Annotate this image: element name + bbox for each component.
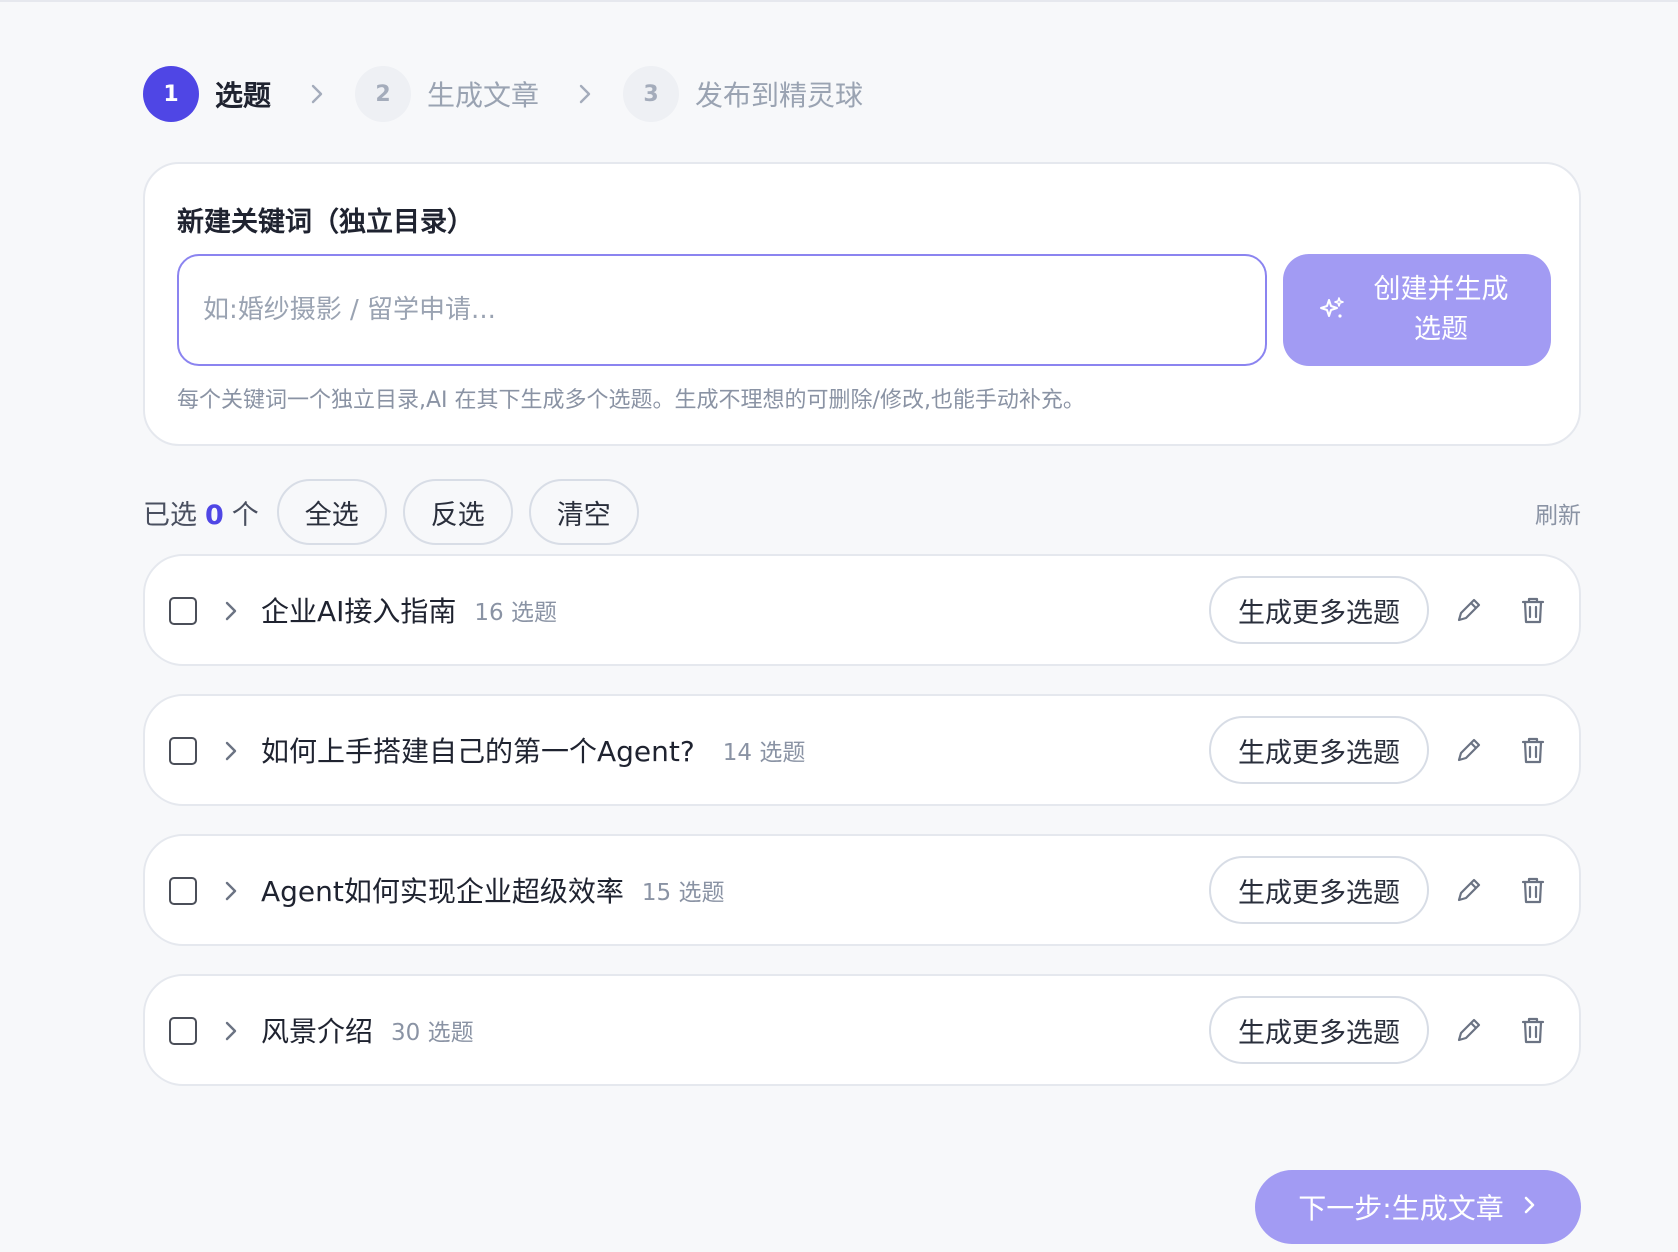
selected-count-text: 已选 0 个 [143,493,259,532]
selected-prefix: 已选 [143,499,197,531]
keyword-title: 如何上手搭建自己的第一个Agent? [261,735,695,768]
chevron-right-icon[interactable] [215,592,247,630]
chevron-right-icon [1522,1191,1538,1224]
chevron-right-icon[interactable] [215,872,247,910]
step-2[interactable]: 2 生成文章 [355,66,539,122]
keyword-title: Agent如何实现企业超级效率 [261,875,624,908]
stepper: 1 选题 2 生成文章 3 发布到精灵球 [143,66,863,122]
selected-count: 0 [205,499,224,531]
create-and-generate-button[interactable]: 创建并生成选题 [1283,254,1551,366]
topic-count: 30 选题 [391,1020,474,1046]
trash-icon[interactable] [1513,870,1553,910]
sparkles-icon [1318,295,1346,326]
topic-selection-page: 1 选题 2 生成文章 3 发布到精灵球 新建关键词（独立目录） 如:婚纱摄影 … [143,0,1581,1252]
topic-count: 15 选题 [641,880,725,906]
pencil-icon[interactable] [1449,870,1489,910]
topic-count: 14 选题 [722,740,806,766]
row-checkbox[interactable] [169,597,197,625]
invert-selection-button[interactable]: 反选 [402,479,513,545]
step-1-number: 1 [143,66,199,122]
chevron-right-icon[interactable] [215,1012,247,1050]
new-keyword-title: 新建关键词（独立目录） [177,207,474,238]
pencil-icon[interactable] [1449,1010,1489,1050]
generate-more-button[interactable]: 生成更多选题 [1209,856,1429,924]
row-checkbox[interactable] [169,877,197,905]
selected-suffix: 个 [231,499,259,531]
selection-toolbar: 已选 0 个 全选 反选 清空 刷新 [143,478,1581,546]
row-title-group: 如何上手搭建自己的第一个Agent? 14 选题 [261,696,805,804]
step-1-label: 选题 [215,79,272,112]
select-all-button[interactable]: 全选 [276,479,387,545]
step-1[interactable]: 1 选题 [143,66,271,122]
chevron-right-icon [297,66,337,122]
row-checkbox[interactable] [169,1017,197,1045]
generate-more-button[interactable]: 生成更多选题 [1209,996,1429,1064]
next-step-button[interactable]: 下一步:生成文章 [1255,1170,1581,1244]
keyword-help-text: 每个关键词一个独立目录,AI 在其下生成多个选题。生成不理想的可删除/修改,也能… [177,388,1085,413]
step-3-label: 发布到精灵球 [695,79,864,112]
generate-more-button[interactable]: 生成更多选题 [1209,716,1429,784]
trash-icon[interactable] [1513,1010,1553,1050]
trash-icon[interactable] [1513,590,1553,630]
next-step-label: 下一步:生成文章 [1298,1192,1504,1225]
row-title-group: Agent如何实现企业超级效率 15 选题 [261,836,724,944]
create-button-label: 创建并生成选题 [1373,274,1509,345]
refresh-link[interactable]: 刷新 [1535,496,1581,530]
step-2-label: 生成文章 [427,79,540,112]
keyword-row[interactable]: 企业AI接入指南 16 选题 生成更多选题 [143,554,1581,666]
clear-selection-button[interactable]: 清空 [528,479,639,545]
pencil-icon[interactable] [1449,590,1489,630]
pencil-icon[interactable] [1449,730,1489,770]
chevron-right-icon[interactable] [215,732,247,770]
step-3[interactable]: 3 发布到精灵球 [623,66,863,122]
keyword-title: 企业AI接入指南 [261,595,457,628]
keyword-title: 风景介绍 [261,1015,374,1048]
keyword-row[interactable]: 如何上手搭建自己的第一个Agent? 14 选题 生成更多选题 [143,694,1581,806]
topic-count: 16 选题 [474,600,557,626]
trash-icon[interactable] [1513,730,1553,770]
row-title-group: 企业AI接入指南 16 选题 [261,556,557,664]
row-checkbox[interactable] [169,737,197,765]
step-2-number: 2 [355,66,412,122]
keyword-row[interactable]: 风景介绍 30 选题 生成更多选题 [143,974,1581,1086]
step-3-number: 3 [623,66,680,122]
row-title-group: 风景介绍 30 选题 [261,976,474,1084]
new-keyword-card: 新建关键词（独立目录） 创建并生成选题 每个关键词一个独立目录,AI 在其下生成… [143,162,1581,446]
keyword-row[interactable]: Agent如何实现企业超级效率 15 选题 生成更多选题 [143,834,1581,946]
generate-more-button[interactable]: 生成更多选题 [1209,576,1429,644]
chevron-right-icon [565,66,605,122]
keyword-input[interactable] [177,254,1267,366]
